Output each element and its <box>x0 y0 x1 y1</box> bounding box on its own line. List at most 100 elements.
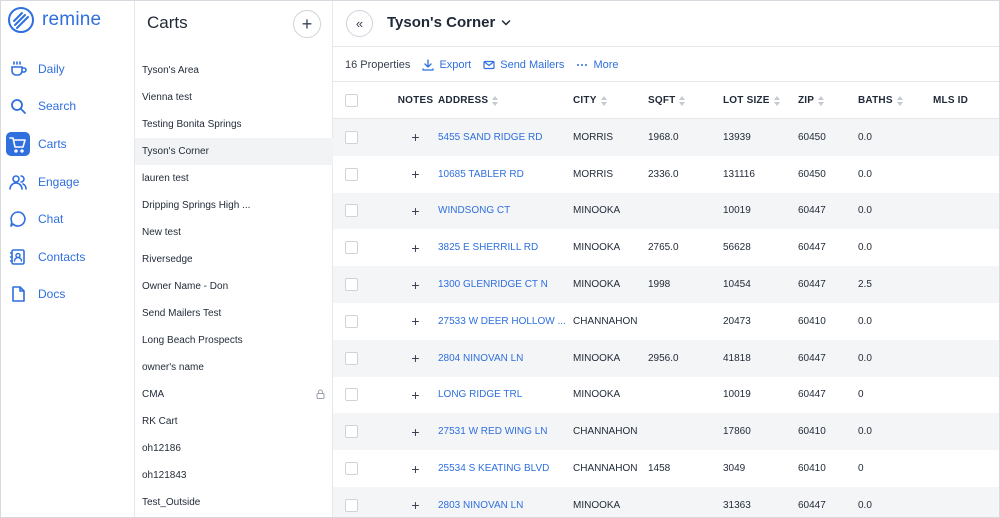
chevron-down-icon <box>502 19 511 26</box>
send-mailers-button[interactable]: Send Mailers <box>483 59 564 71</box>
cart-name-dropdown[interactable]: Tyson's Corner <box>387 14 511 31</box>
more-button[interactable]: More <box>576 59 619 71</box>
cart-list-item[interactable]: Tyson's Corner <box>135 138 333 165</box>
cell-notes: + <box>393 129 438 145</box>
cell-zip: 60410 <box>798 426 826 438</box>
export-button[interactable]: Export <box>422 59 471 71</box>
cell-lot-size: 10019 <box>723 389 751 401</box>
cart-list-item[interactable]: RK Cart <box>135 408 333 435</box>
row-select-cell <box>333 351 393 365</box>
nav-item-contacts[interactable]: Contacts <box>1 240 135 274</box>
cart-list-item[interactable]: New test <box>135 219 333 246</box>
cart-list-item[interactable]: CMA <box>135 381 333 408</box>
row-select-cell <box>333 204 393 218</box>
cart-list-item[interactable]: Owner Name - Don <box>135 273 333 300</box>
row-checkbox[interactable] <box>345 388 358 402</box>
cell-address-link[interactable]: 3825 E SHERRILL RD <box>438 242 573 253</box>
column-header-mls-id: MLS ID <box>933 95 969 106</box>
table-row: +3825 E SHERRILL RD MINOOKA 2765.0 56628 604… <box>333 229 999 266</box>
cart-list: Tyson's Area Vienna test Testing Bonita Sp… <box>135 57 333 516</box>
cell-address-link[interactable]: 1300 GLENRIDGE CT N <box>438 279 573 290</box>
row-checkbox[interactable] <box>345 130 358 144</box>
row-checkbox[interactable] <box>345 498 358 512</box>
row-select-cell <box>333 388 393 402</box>
nav-item-docs[interactable]: Docs <box>1 277 135 311</box>
cart-list-item[interactable]: Testing Bonita Springs <box>135 111 333 138</box>
nav-item-search[interactable]: Search <box>1 89 135 123</box>
cell-address-link[interactable]: 10685 TABLER RD <box>438 169 573 180</box>
cart-list-item[interactable]: Send Mailers Test <box>135 300 333 327</box>
cell-lot-size: 41818 <box>723 352 751 364</box>
table-row: +10685 TABLER RD MORRIS 2336.0 131116 60450 0… <box>333 156 999 193</box>
cell-sqft: 2956.0 <box>648 352 679 364</box>
select-all-checkbox[interactable] <box>345 94 358 107</box>
column-header-sqft[interactable]: SQFT <box>648 95 723 106</box>
add-note-icon[interactable]: + <box>411 129 419 145</box>
cell-address-link[interactable]: 2804 NINOVAN LN <box>438 353 573 364</box>
left-nav: remine Daily Search Carts Engage Chat Co… <box>1 1 135 517</box>
row-checkbox[interactable] <box>345 278 358 292</box>
add-note-icon[interactable]: + <box>411 240 419 256</box>
column-header-label: SQFT <box>648 95 676 106</box>
nav-label: Docs <box>38 287 66 301</box>
cell-address-link[interactable]: 27533 W DEER HOLLOW ... <box>438 316 573 327</box>
cart-list-item[interactable]: lauren test <box>135 165 333 192</box>
cart-list-item[interactable]: Dripping Springs High ... <box>135 192 333 219</box>
column-header-lot-size[interactable]: LOT SIZE <box>723 95 798 106</box>
collapse-panel-button[interactable]: « <box>346 10 373 37</box>
add-note-icon[interactable]: + <box>411 461 419 477</box>
row-checkbox[interactable] <box>345 425 358 439</box>
add-note-icon[interactable]: + <box>411 313 419 329</box>
cell-lot-size: 131116 <box>723 168 755 180</box>
column-header-baths[interactable]: BATHS <box>858 95 933 106</box>
row-select-cell <box>333 167 393 181</box>
add-note-icon[interactable]: + <box>411 387 419 403</box>
column-header-zip[interactable]: ZIP <box>798 95 858 106</box>
cart-item-label: Tyson's Corner <box>142 146 209 157</box>
cell-zip: 60410 <box>798 315 826 327</box>
cart-list-item[interactable]: Test_Outside <box>135 489 333 516</box>
logo-text: remine <box>42 9 102 30</box>
add-note-icon[interactable]: + <box>411 350 419 366</box>
cell-address-link[interactable]: LONG RIDGE TRL <box>438 389 573 400</box>
cell-address-link[interactable]: 25534 S KEATING BLVD <box>438 463 573 474</box>
cart-item-label: Dripping Springs High ... <box>142 200 251 211</box>
cell-address-link[interactable]: WINDSONG CT <box>438 205 573 216</box>
cell-address-link[interactable]: 27531 W RED WING LN <box>438 426 573 437</box>
nav-item-chat[interactable]: Chat <box>1 202 135 236</box>
cell-address-link[interactable]: 2803 NINOVAN LN <box>438 500 573 511</box>
cell-zip: 60447 <box>798 242 826 254</box>
nav-item-engage[interactable]: Engage <box>1 165 135 199</box>
cart-icon <box>6 132 30 156</box>
nav-item-daily[interactable]: Daily <box>1 52 135 86</box>
nav-label: Contacts <box>38 250 86 264</box>
add-note-icon[interactable]: + <box>411 203 419 219</box>
column-header-address[interactable]: ADDRESS <box>438 95 573 106</box>
cart-list-item[interactable]: Riversedge <box>135 246 333 273</box>
properties-table: NOTES ADDRESS CITY SQFT LOT SIZE ZIP BAT… <box>333 83 999 517</box>
cart-list-item[interactable]: oh12186 <box>135 435 333 462</box>
add-note-icon[interactable]: + <box>411 166 419 182</box>
add-cart-button[interactable]: + <box>293 10 321 38</box>
row-checkbox[interactable] <box>345 351 358 365</box>
nav-item-carts[interactable]: Carts <box>1 127 135 161</box>
row-checkbox[interactable] <box>345 241 358 255</box>
logo[interactable]: remine <box>7 5 101 35</box>
row-checkbox[interactable] <box>345 314 358 328</box>
add-note-icon[interactable]: + <box>411 277 419 293</box>
cart-list-item[interactable]: Tyson's Area <box>135 57 333 84</box>
cell-address-link[interactable]: 5455 SAND RIDGE RD <box>438 132 573 143</box>
row-checkbox[interactable] <box>345 167 358 181</box>
add-note-icon[interactable]: + <box>411 497 419 513</box>
row-checkbox[interactable] <box>345 462 358 476</box>
cart-list-item[interactable]: Long Beach Prospects <box>135 327 333 354</box>
cell-zip: 60450 <box>798 168 826 180</box>
add-note-icon[interactable]: + <box>411 424 419 440</box>
cart-list-item[interactable]: owner's name <box>135 354 333 381</box>
cell-lot-size: 13939 <box>723 131 751 143</box>
cart-list-item[interactable]: Vienna test <box>135 84 333 111</box>
cart-item-label: Tyson's Area <box>142 65 199 76</box>
cart-list-item[interactable]: oh121843 <box>135 462 333 489</box>
row-checkbox[interactable] <box>345 204 358 218</box>
column-header-city[interactable]: CITY <box>573 95 648 106</box>
